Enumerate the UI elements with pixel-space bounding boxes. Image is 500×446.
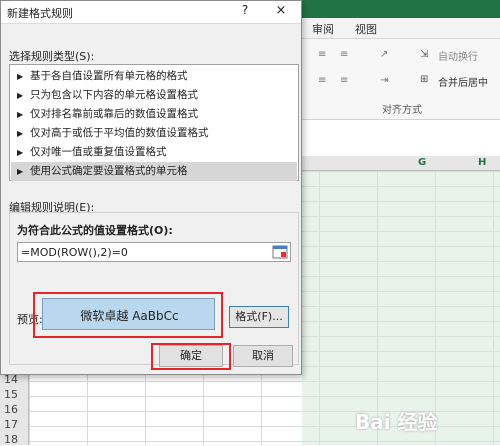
rule-type-label: 选择规则类型(S): [9,50,95,63]
rule-type-label-3: 仅对高于或低于平均值的数值设置格式 [30,127,209,139]
triangle-right-icon: ▶ [17,167,24,176]
wrap-text-icon: ⇲ [420,49,429,60]
align-left-icon[interactable]: ≡ [318,75,326,86]
rule-type-item-selected[interactable]: ▶ 使用公式确定要设置格式的单元格 [11,162,297,181]
row-18[interactable]: 18 [4,433,18,446]
tab-review[interactable]: 审阅 [312,21,334,37]
indent-icon[interactable]: ⇥ [380,75,388,86]
rule-type-label-4: 仅对唯一值或重复值设置格式 [30,146,167,158]
rule-type-item[interactable]: ▶ 仅对唯一值或重复值设置格式 [11,143,297,162]
rule-type-label-1: 只为包含以下内容的单元格设置格式 [30,89,198,101]
orientation-icon[interactable]: ↗ [380,49,388,60]
align-middle-icon[interactable]: ≡ [340,49,348,60]
rule-type-label-5: 使用公式确定要设置格式的单元格 [30,165,188,177]
column-h[interactable]: H [478,157,486,168]
triangle-right-icon: ▶ [17,148,24,157]
new-formatting-rule-dialog: 新建格式规则 ? × 选择规则类型(S): ▶ 基于各自值设置所有单元格的格式 ▶… [0,0,302,375]
rule-type-item[interactable]: ▶ 仅对排名靠前或靠后的数值设置格式 [11,105,297,124]
merge-center-icon: ⊞ [420,74,429,85]
format-button[interactable]: 格式(F)... [229,306,289,328]
help-button[interactable]: ? [237,3,253,19]
watermark-text: Bai 经验 [355,410,438,434]
preview-highlight [33,292,223,338]
dialog-title: 新建格式规则 [7,7,73,20]
formula-label: 为符合此公式的值设置格式(O): [17,224,173,237]
rule-type-item[interactable]: ▶ 基于各自值设置所有单元格的格式 [11,67,297,86]
merge-center-button[interactable]: 合并后居中 [438,74,488,89]
wrap-text-button[interactable]: 自动换行 [438,48,478,63]
row-16[interactable]: 16 [4,403,18,416]
ok-highlight [151,343,231,370]
alignment-group-label: 对齐方式 [382,105,422,116]
align-top-icon[interactable]: ≡ [318,49,326,60]
triangle-right-icon: ▶ [17,72,24,81]
row-15[interactable]: 15 [4,388,18,401]
close-button[interactable]: × [273,3,289,19]
triangle-right-icon: ▶ [17,129,24,138]
dialog-title-bar[interactable]: 新建格式规则 ? × [1,1,301,24]
rule-type-label-2: 仅对排名靠前或靠后的数值设置格式 [30,108,198,120]
align-center-icon[interactable]: ≡ [340,75,348,86]
collapse-range-icon[interactable] [272,244,288,260]
formula-value: =MOD(ROW(),2)=0 [21,246,128,259]
formula-input[interactable]: =MOD(ROW(),2)=0 [17,242,291,262]
triangle-right-icon: ▶ [17,110,24,119]
tab-view[interactable]: 视图 [355,21,377,37]
rule-type-list[interactable]: ▶ 基于各自值设置所有单元格的格式 ▶ 只为包含以下内容的单元格设置格式 ▶ 仅对排名… [9,64,299,181]
cancel-button[interactable]: 取消 [233,345,293,367]
triangle-right-icon: ▶ [17,91,24,100]
rule-type-label-0: 基于各自值设置所有单元格的格式 [30,70,188,82]
row-17[interactable]: 17 [4,418,18,431]
rule-type-item[interactable]: ▶ 仅对高于或低于平均值的数值设置格式 [11,124,297,143]
column-g[interactable]: G [418,157,426,168]
baidu-watermark: Bai 经验 [355,400,495,440]
rule-type-item[interactable]: ▶ 只为包含以下内容的单元格设置格式 [11,86,297,105]
